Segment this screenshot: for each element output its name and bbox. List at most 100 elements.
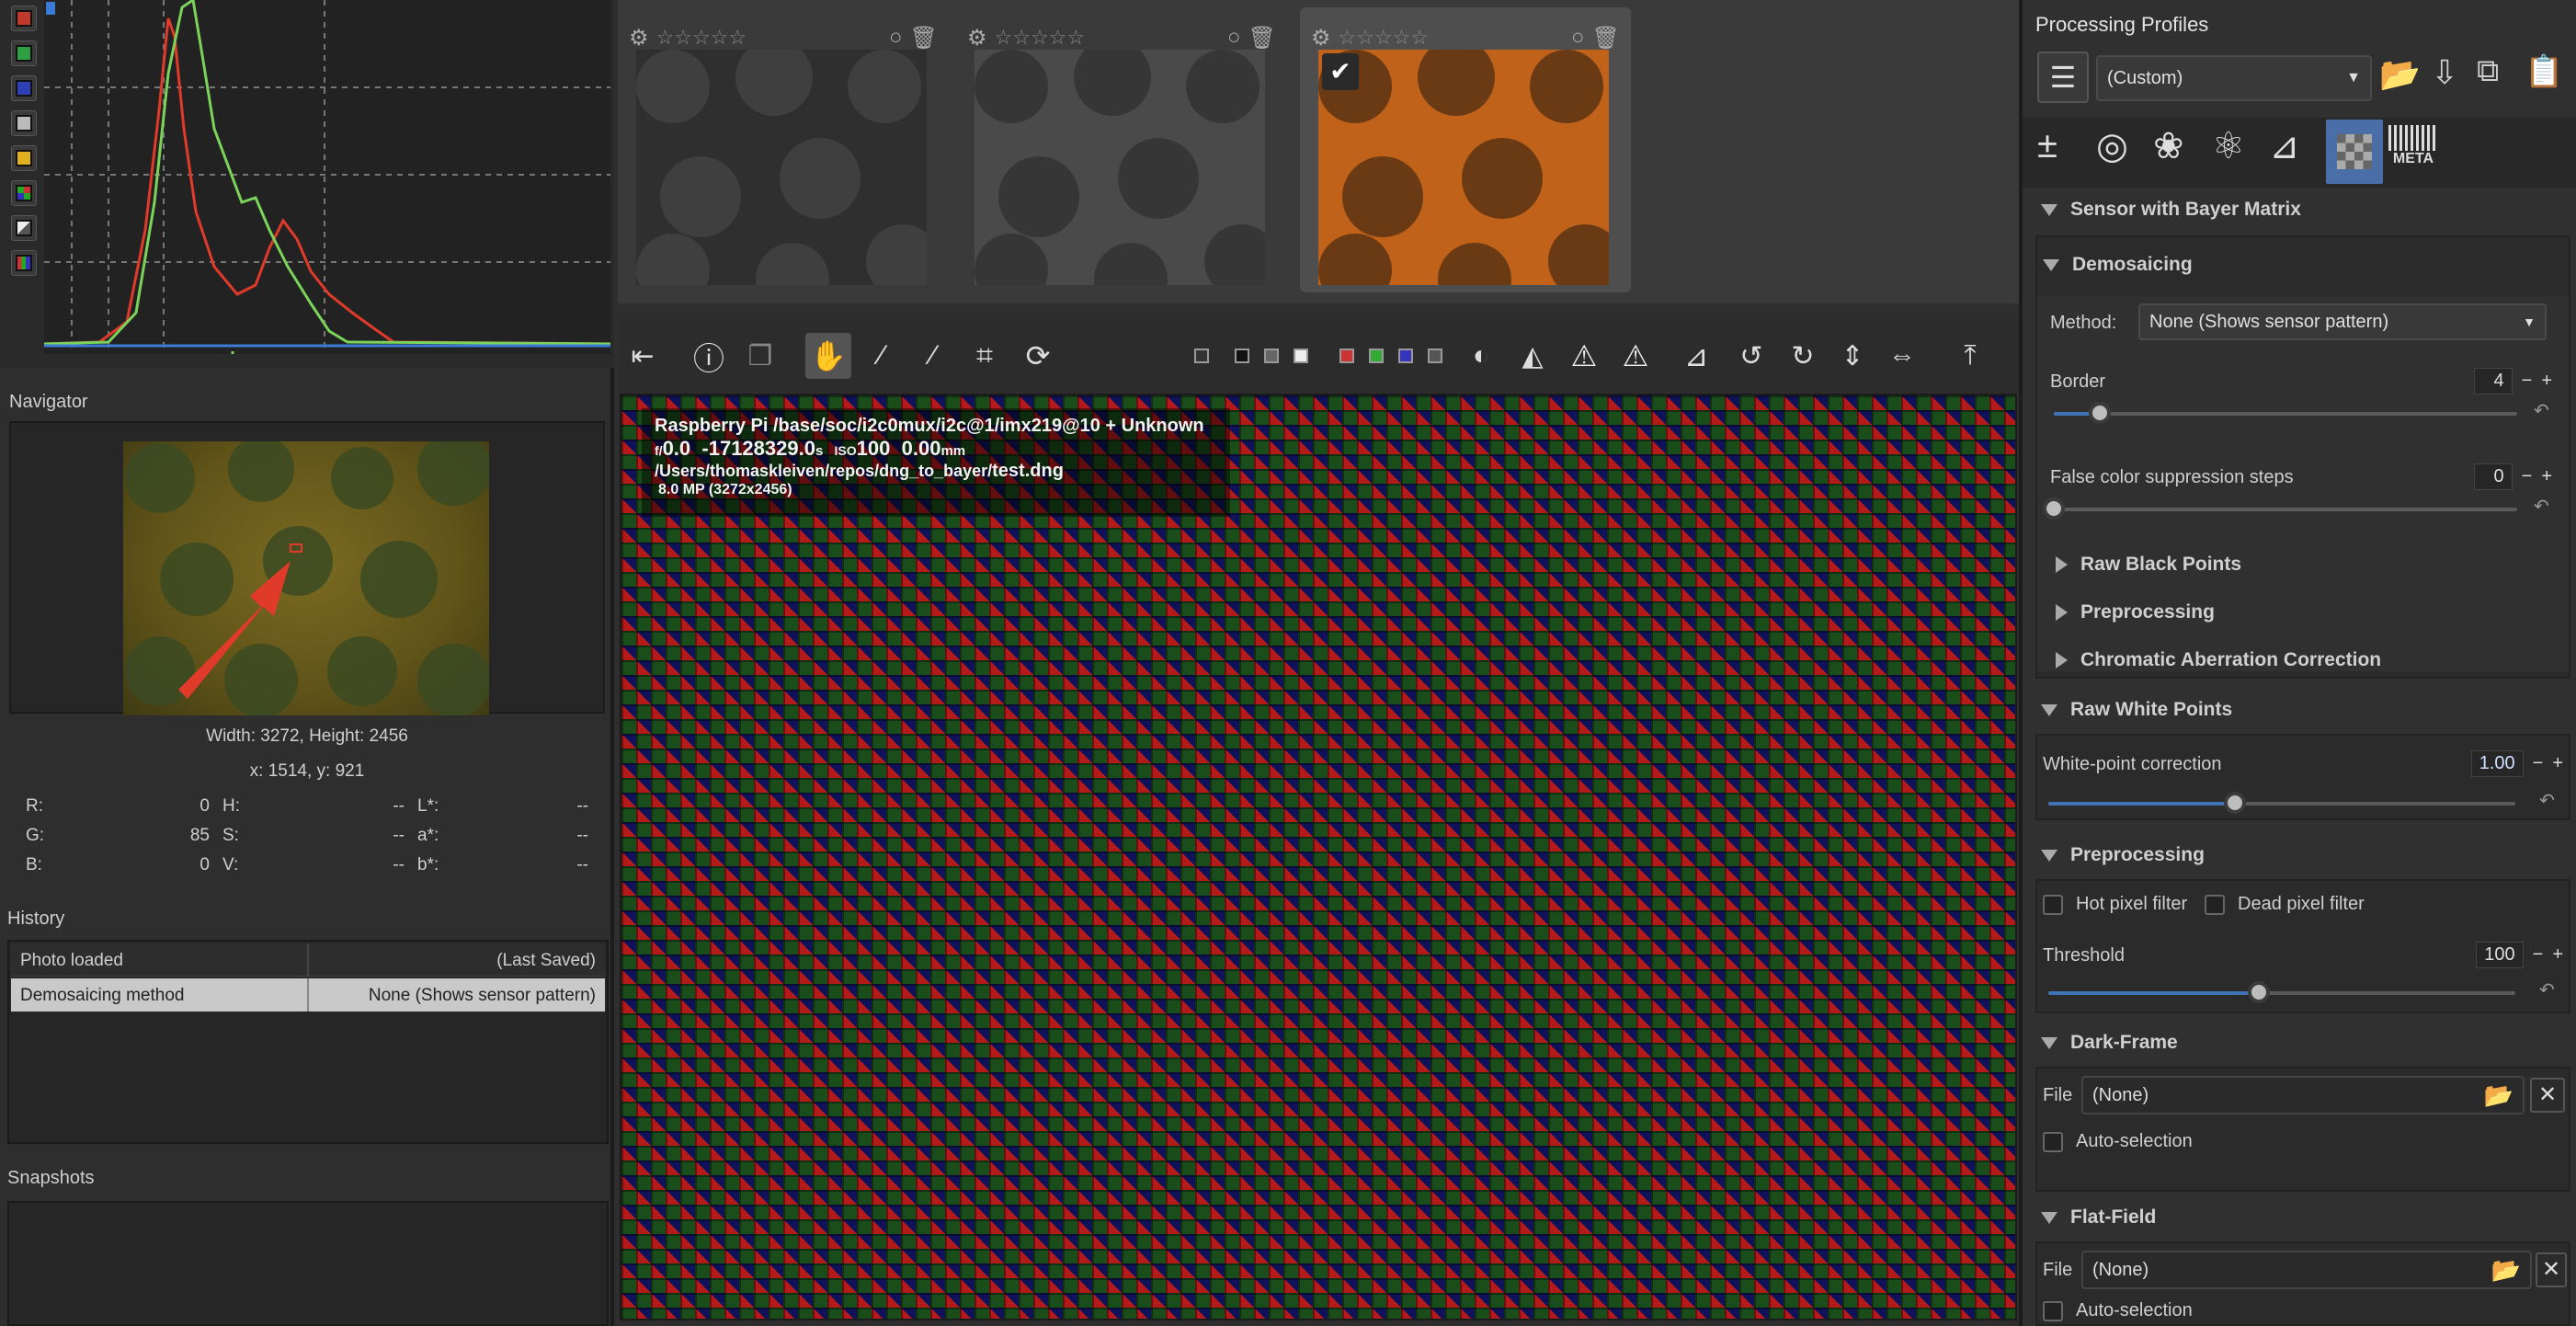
minus-icon[interactable]: − xyxy=(2533,753,2544,774)
color-label-icon[interactable]: ○ xyxy=(1227,25,1241,51)
transform-tab-icon[interactable]: ⊿ xyxy=(2269,125,2300,167)
history-row[interactable]: Photo loaded (Last Saved) xyxy=(11,943,605,977)
false-color-icon[interactable]: ◭ xyxy=(1510,333,1556,379)
fcs-value[interactable]: 0 xyxy=(2473,463,2513,490)
luminance-preview-icon[interactable] xyxy=(1423,333,1447,379)
minus-icon[interactable]: − xyxy=(2522,371,2533,392)
detail-tab-icon[interactable]: ◎ xyxy=(2096,125,2128,167)
hot-pixel-option[interactable]: Hot pixel filter xyxy=(2043,894,2187,915)
rotate-right-icon[interactable]: ↻ xyxy=(1780,333,1826,379)
flat-field-file-chooser[interactable]: (None) 📂 xyxy=(2081,1251,2532,1289)
bg-white-icon[interactable] xyxy=(1289,333,1313,379)
color-label-icon[interactable]: ○ xyxy=(1571,25,1585,51)
hide-filmstrip-icon[interactable]: ⤒ xyxy=(1947,333,1993,379)
border-slider[interactable] xyxy=(2054,402,2517,424)
flat-field-auto-option[interactable]: Auto-selection xyxy=(2043,1300,2193,1321)
bayer-button[interactable] xyxy=(11,180,37,206)
star-icon[interactable]: ☆☆☆☆☆ xyxy=(995,26,1086,50)
reset-icon[interactable]: ↶ xyxy=(2534,399,2549,422)
flip-horizontal-icon[interactable]: ⇔ xyxy=(1879,333,1925,379)
raw-white-points-header[interactable]: Raw White Points xyxy=(2041,699,2232,721)
exposure-tab-icon[interactable]: ± xyxy=(2037,125,2057,166)
border-value[interactable]: 4 xyxy=(2473,368,2513,394)
filmstrip-thumb-selected[interactable]: ⚙ ☆☆☆☆☆ ○ 🗑 ✔ xyxy=(1300,7,1631,292)
checkmark-icon[interactable]: ✔ xyxy=(1322,53,1359,90)
raw-histogram-button[interactable] xyxy=(11,145,37,171)
navigator-thumbnail[interactable] xyxy=(123,441,489,715)
white-point-value[interactable]: 1.00 xyxy=(2470,750,2524,777)
dark-frame-file-chooser[interactable]: (None) 📂 xyxy=(2081,1076,2525,1115)
raw-tab-icon[interactable] xyxy=(2326,120,2383,184)
history-row-selected[interactable]: Demosaicing method None (Shows sensor pa… xyxy=(11,978,605,1012)
clear-file-icon[interactable]: ✕ xyxy=(2530,1078,2565,1113)
green-channel-button[interactable] xyxy=(11,40,37,66)
slider-knob[interactable] xyxy=(2224,792,2247,814)
clear-file-icon[interactable]: ✕ xyxy=(2536,1252,2567,1287)
crop-icon[interactable]: ⌗ xyxy=(962,333,1008,379)
sensor-section-header[interactable]: Sensor with Bayer Matrix xyxy=(2041,199,2301,221)
image-preview[interactable]: Raspberry Pi /base/soc/i2c0mux/i2c@1/imx… xyxy=(620,394,2017,1320)
metadata-tab-icon[interactable]: META xyxy=(2388,125,2438,178)
green-channel-preview-icon[interactable] xyxy=(1364,333,1388,379)
flip-vertical-icon[interactable]: ⇕ xyxy=(1829,333,1875,379)
open-folder-icon[interactable]: 📂 xyxy=(2379,55,2421,94)
preprocessing-collapsed-header[interactable]: Preprocessing xyxy=(2056,601,2215,623)
color-picker-icon[interactable]: ⁄ xyxy=(859,333,905,379)
fcs-slider[interactable] xyxy=(2043,497,2517,520)
raw-black-points-header[interactable]: Raw Black Points xyxy=(2056,554,2241,576)
reset-icon[interactable]: ↶ xyxy=(2534,495,2549,518)
histogram-mode-button[interactable] xyxy=(11,215,37,241)
straighten-icon[interactable]: ⟳ xyxy=(1015,333,1061,379)
slider-knob[interactable] xyxy=(2043,497,2065,520)
slider-knob[interactable] xyxy=(2089,402,2112,424)
auto-selection-checkbox[interactable] xyxy=(2043,1131,2063,1152)
plus-icon[interactable]: + xyxy=(2541,371,2552,392)
save-profile-icon[interactable]: ⇩ xyxy=(2431,53,2458,92)
dead-pixel-checkbox[interactable] xyxy=(2205,894,2225,915)
highlight-clip-warning-icon[interactable]: ⚠ xyxy=(1613,333,1658,379)
demosaicing-header[interactable]: Demosaicing xyxy=(2043,254,2193,276)
preprocessing-header[interactable]: Preprocessing xyxy=(2041,844,2205,866)
slider-knob[interactable] xyxy=(2247,981,2270,1003)
threshold-value[interactable]: 100 xyxy=(2475,942,2524,968)
focus-mask-icon[interactable]: ◐ xyxy=(1458,333,1504,379)
advanced-tab-icon[interactable]: ⚛ xyxy=(2212,125,2245,167)
bg-black-icon[interactable] xyxy=(1230,333,1254,379)
hand-tool-icon[interactable]: ✋ xyxy=(805,333,851,379)
trash-icon[interactable]: 🗑 xyxy=(910,25,938,51)
dead-pixel-option[interactable]: Dead pixel filter xyxy=(2205,894,2365,915)
red-channel-button[interactable] xyxy=(11,6,37,31)
color-label-icon[interactable]: ○ xyxy=(889,25,903,51)
folder-icon[interactable]: 📂 xyxy=(2491,1256,2521,1285)
dark-frame-header[interactable]: Dark-Frame xyxy=(2041,1032,2178,1054)
white-point-slider[interactable] xyxy=(2048,792,2515,814)
preview-background-icon[interactable] xyxy=(1190,333,1214,379)
before-after-icon[interactable]: ❐ xyxy=(737,333,783,379)
copy-profile-icon[interactable]: ⧉ xyxy=(2477,53,2499,89)
profile-dropdown[interactable]: (Custom) ▼ xyxy=(2096,55,2372,101)
waveform-button[interactable] xyxy=(11,250,37,276)
shadow-clip-warning-icon[interactable]: ⚠ xyxy=(1561,333,1607,379)
flat-field-header[interactable]: Flat-Field xyxy=(2041,1206,2156,1229)
method-dropdown[interactable]: None (Shows sensor pattern) ▼ xyxy=(2138,303,2547,340)
reset-icon[interactable]: ↶ xyxy=(2539,978,2555,1001)
filmstrip-thumb[interactable]: ⚙ ☆☆☆☆☆ ○ 🗑 xyxy=(618,7,949,292)
red-channel-preview-icon[interactable] xyxy=(1335,333,1359,379)
color-tab-icon[interactable]: ❀ xyxy=(2153,125,2184,167)
luminance-button[interactable] xyxy=(11,110,37,136)
paste-profile-icon[interactable]: 📋 xyxy=(2525,53,2563,90)
white-balance-picker-icon[interactable]: ⁄ xyxy=(910,333,956,379)
trash-icon[interactable]: 🗑 xyxy=(1248,25,1276,51)
dark-frame-auto-option[interactable]: Auto-selection xyxy=(2043,1131,2193,1152)
auto-selection-checkbox[interactable] xyxy=(2043,1300,2063,1321)
filmstrip-thumb[interactable]: ⚙ ☆☆☆☆☆ ○ 🗑 xyxy=(956,7,1287,292)
folder-icon[interactable]: 📂 xyxy=(2484,1081,2513,1110)
plus-icon[interactable]: + xyxy=(2552,944,2563,966)
trash-icon[interactable]: 🗑 xyxy=(1592,25,1620,51)
hide-left-panel-icon[interactable]: ⇤ xyxy=(620,333,666,379)
rotate-left-icon[interactable]: ↺ xyxy=(1728,333,1774,379)
minus-icon[interactable]: − xyxy=(2522,466,2533,487)
reset-icon[interactable]: ↶ xyxy=(2539,789,2555,812)
perspective-icon[interactable]: ⊿ xyxy=(1673,333,1719,379)
hot-pixel-checkbox[interactable] xyxy=(2043,894,2063,915)
